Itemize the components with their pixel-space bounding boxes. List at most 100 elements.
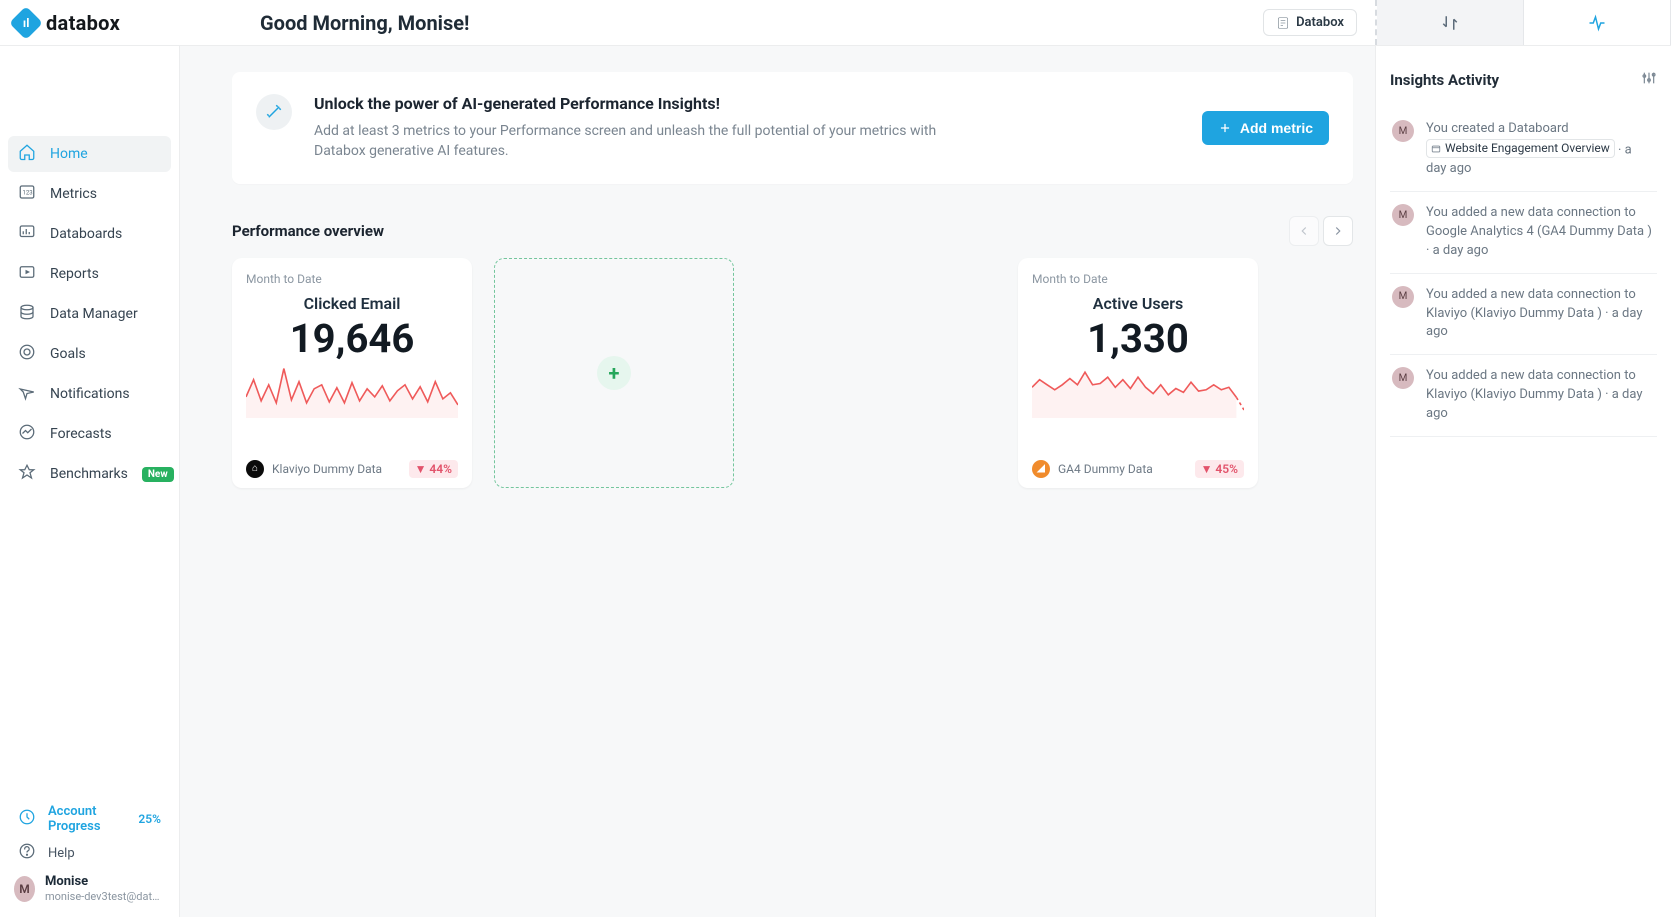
new-badge: New [142,467,174,482]
activity-item[interactable]: M You added a new data connection to Kla… [1390,274,1657,356]
chevron-left-icon [1297,224,1311,238]
insights-panel: Insights Activity M You created a Databo… [1375,46,1671,917]
reports-icon [18,263,36,285]
user-email: monise-dev3test@datab... [45,890,165,903]
brand-word: databox [46,11,120,35]
nav-list: Home 123 Metrics Databoards Reports Data… [0,136,179,794]
sidebar-item-label: Notifications [50,386,130,402]
avatar: M [1392,367,1414,389]
sidebar-item-home[interactable]: Home [8,136,171,172]
card-delta: 44% [409,460,458,478]
performance-heading: Performance overview [232,222,384,240]
avatar: M [1392,120,1414,142]
metric-card-active-users[interactable]: Month to Date Active Users 1,330 ◢ GA4 D… [1018,258,1258,488]
goals-icon [18,343,36,365]
sidebar-item-forecasts[interactable]: Forecasts [8,416,171,452]
add-metric-button[interactable]: Add metric [1202,111,1329,145]
svg-text:123: 123 [23,189,33,196]
main: Unlock the power of AI-generated Perform… [180,46,1375,917]
sidebar-item-goals[interactable]: Goals [8,336,171,372]
card-name: Clicked Email [246,294,458,313]
databoards-icon [18,223,36,245]
banner-title: Unlock the power of AI-generated Perform… [314,94,1180,113]
card-name: Active Users [1032,294,1244,313]
activity-item[interactable]: M You added a new data connection to Goo… [1390,192,1657,274]
home-icon [18,143,36,165]
help-icon [18,842,36,864]
sidebar-item-label: Data Manager [50,306,138,322]
sidebar-item-label: Goals [50,346,86,362]
source-icon: ◢ [1032,460,1050,478]
sidebar-item-help[interactable]: Help [8,836,171,870]
insights-title: Insights Activity [1390,71,1499,89]
activity-item[interactable]: M You created a Databoard Website Engage… [1390,108,1657,192]
top-bar: ıl databox Good Morning, Monise! Databox [0,0,1671,46]
activity-time: a day ago [1426,243,1488,258]
metric-card-clicked-email[interactable]: Month to Date Clicked Email 19,646 ⌂ Kla… [232,258,472,488]
window-icon [1431,144,1441,154]
source-name: GA4 Dummy Data [1058,462,1153,476]
account-progress-label: Account Progress [48,804,120,834]
sidebar-item-benchmarks[interactable]: Benchmarks New [8,456,171,492]
card-value: 19,646 [246,315,458,362]
chevron-right-icon [1331,224,1345,238]
activity-text: You added a new data connection to Googl… [1426,205,1652,239]
databox-logo-icon: ıl [9,6,43,40]
metric-cards: Month to Date Clicked Email 19,646 ⌂ Kla… [232,258,1353,488]
sidebar-user[interactable]: M Monise monise-dev3test@datab... [8,870,171,907]
avatar: M [1392,204,1414,226]
sparkline [246,362,458,418]
company-switcher[interactable]: Databox [1263,9,1357,36]
plus-icon: + [597,356,631,390]
tab-sort[interactable] [1377,0,1524,45]
activity-text: You created a Databoard [1426,121,1569,136]
forecasts-icon [18,423,36,445]
filter-button[interactable] [1641,70,1657,90]
source-name: Klaviyo Dummy Data [272,462,382,476]
sidebar-item-label: Benchmarks [50,466,128,482]
company-icon [1276,16,1290,30]
brand-logo[interactable]: ıl databox [14,11,120,35]
sliders-icon [1641,70,1657,86]
sidebar-item-label: Forecasts [50,426,112,442]
sidebar-item-metrics[interactable]: 123 Metrics [8,176,171,212]
sidebar-item-label: Metrics [50,186,97,202]
sidebar-item-account-progress[interactable]: Account Progress 25% [8,802,171,836]
page-title: Good Morning, Monise! [260,11,469,35]
benchmarks-icon [18,463,36,485]
ai-insights-banner: Unlock the power of AI-generated Perform… [232,72,1353,184]
add-metric-label: Add metric [1240,120,1313,136]
pager-next[interactable] [1323,216,1353,246]
avatar: M [14,876,35,902]
sidebar: Home 123 Metrics Databoards Reports Data… [0,46,180,917]
sidebar-item-reports[interactable]: Reports [8,256,171,292]
account-progress-pct: 25% [138,812,161,826]
sidebar-item-label: Reports [50,266,99,282]
add-metric-tile[interactable]: + [494,258,734,488]
activity-item[interactable]: M You added a new data connection to Kla… [1390,355,1657,437]
help-label: Help [48,846,75,861]
data-manager-icon [18,303,36,325]
databoard-tag[interactable]: Website Engagement Overview [1426,139,1615,158]
wand-icon [256,94,292,130]
notifications-icon [18,383,36,405]
tab-insights[interactable] [1524,0,1671,45]
sidebar-item-data-manager[interactable]: Data Manager [8,296,171,332]
source-icon: ⌂ [246,460,264,478]
sidebar-item-label: Home [50,146,88,162]
performance-section-head: Performance overview [232,216,1353,246]
empty-slot [756,258,996,488]
performance-pager [1289,216,1353,246]
user-name: Monise [45,874,165,890]
activity-tabs [1375,0,1671,45]
sidebar-item-databoards[interactable]: Databoards [8,216,171,252]
card-value: 1,330 [1032,315,1244,362]
plus-icon [1218,121,1232,135]
sort-icon [1441,14,1459,32]
sidebar-item-notifications[interactable]: Notifications [8,376,171,412]
company-name: Databox [1296,15,1344,30]
activity-icon [1588,14,1606,32]
pager-prev[interactable] [1289,216,1319,246]
card-period: Month to Date [1032,272,1244,286]
progress-icon [18,808,36,830]
